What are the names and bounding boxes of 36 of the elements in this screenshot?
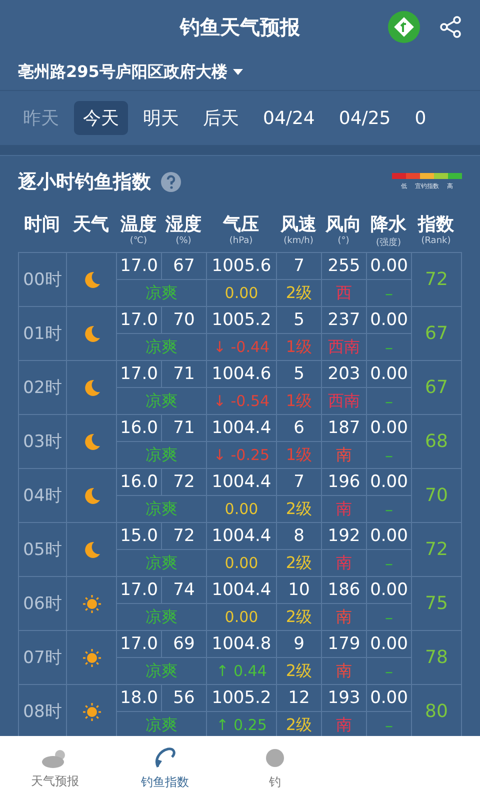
sun-icon [80,646,102,668]
help-icon[interactable] [161,172,181,192]
dropdown-caret-icon[interactable] [233,69,244,75]
app-title: 钓鱼天气预报 [180,14,300,40]
column-unit: (°) [338,236,350,248]
time-cell: 00时 [18,252,67,307]
column-header: 指数 [418,213,454,236]
column-unit: (km/h) [284,236,314,248]
column-unit: (Rank) [421,236,451,248]
column-header: 天气 [73,213,109,236]
bottom-tab[interactable]: 天气预报 [0,736,110,800]
column-header: 风速 [280,213,316,236]
date-tab[interactable]: 04/25 [330,102,400,134]
column-header: 时间 [24,213,60,236]
date-tab[interactable]: 后天 [194,101,248,135]
column-header: 风向 [326,213,362,236]
date-tab[interactable]: 0 [406,102,436,134]
column-header: 气压 [223,213,259,236]
column-unit: (hPa) [229,236,253,248]
bottom-tab[interactable]: 钓鱼指数 [110,736,220,800]
share-icon[interactable] [440,16,462,38]
column-unit: (强度) [376,236,402,248]
section-title: 逐小时钓鱼指数 [18,170,151,195]
bottom-tab[interactable]: 钓 [220,736,330,800]
date-tab[interactable]: 04/24 [254,102,324,134]
column-header: 温度 [120,213,156,236]
column-header: 降水 [370,213,406,236]
column-unit: (℃) [130,236,148,248]
direction-sign-icon[interactable] [388,11,420,43]
index-cell: 72 [411,252,462,307]
sun-icon [80,700,102,722]
sun-icon [80,592,102,614]
date-tab[interactable]: 明天 [134,101,188,135]
date-tab[interactable]: 今天 [74,101,128,135]
column-unit: (%) [176,236,192,248]
column-header: 湿度 [166,213,202,236]
